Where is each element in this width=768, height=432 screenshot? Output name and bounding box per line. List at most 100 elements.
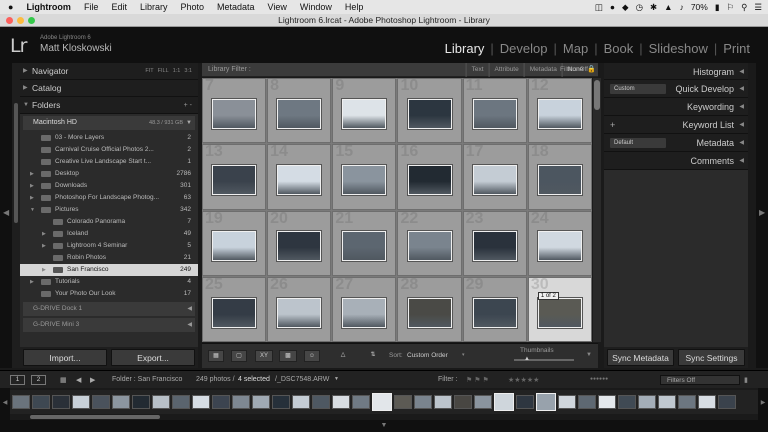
filmstrip-thumbnail[interactable] [232, 395, 250, 409]
photo-thumbnail[interactable] [212, 98, 257, 129]
filmstrip-thumbnail[interactable] [394, 395, 412, 409]
collapse-left-icon[interactable]: ◀ [3, 208, 9, 217]
filmstrip-thumbnail[interactable] [352, 395, 370, 409]
grid-cell[interactable]: 18 [527, 144, 592, 210]
photo-thumbnail[interactable] [342, 297, 387, 328]
module-slideshow[interactable]: Slideshow [645, 41, 712, 56]
filmstrip-thumbnail[interactable] [192, 395, 210, 409]
folder-disclosure-icon[interactable]: ▼ [30, 204, 35, 216]
photo-thumbnail[interactable] [407, 231, 452, 262]
expand-drive-icon[interactable]: ◀ [187, 302, 192, 316]
grid-cell[interactable]: 27 [332, 276, 397, 342]
grid-cell[interactable]: 11 [462, 78, 527, 144]
filmstrip-thumbnail[interactable] [332, 395, 350, 409]
photo-thumbnail[interactable] [407, 297, 452, 328]
filmstrip-thumbnail[interactable] [658, 395, 676, 409]
apple-menu-icon[interactable]: ● [8, 2, 13, 12]
filmstrip-thumbnail[interactable] [52, 395, 70, 409]
grid-scrollbar[interactable] [593, 78, 601, 342]
photo-thumbnail[interactable] [277, 98, 322, 129]
file-dropdown-icon[interactable]: ▼ [334, 376, 339, 382]
app-menu[interactable]: Lightroom [26, 2, 71, 12]
photo-thumbnail[interactable] [342, 165, 387, 196]
left-panel-scroll-thumb[interactable] [14, 103, 18, 223]
module-develop[interactable]: Develop [496, 41, 552, 56]
photo-thumbnail[interactable] [472, 165, 517, 196]
module-print[interactable]: Print [719, 41, 754, 56]
filmstrip-right-arrow-icon[interactable]: ▶ [758, 388, 768, 420]
volume-gdrive-dock[interactable]: G-DRIVE Dock 1 ◀ [23, 302, 195, 316]
filter-text-tab[interactable]: Text [465, 63, 489, 77]
folder-row[interactable]: ▶ Tutorials 4 [20, 276, 198, 288]
lock-icon[interactable]: 🔒 [587, 63, 596, 77]
filmstrip-thumbnail[interactable] [72, 395, 90, 409]
folders-header[interactable]: ▼ Folders + - [20, 97, 198, 114]
battery-percent[interactable]: 70% [691, 2, 708, 12]
filmstrip-thumbnail[interactable] [494, 393, 514, 411]
add-remove-folder-icons[interactable]: + - [184, 97, 192, 114]
filmstrip-thumbnail[interactable] [252, 395, 270, 409]
photo-thumbnail[interactable] [342, 231, 387, 262]
menu-library[interactable]: Library [140, 2, 168, 12]
folder-disclosure-icon[interactable]: ▶ [30, 168, 34, 180]
filmstrip-thumbnail[interactable] [414, 395, 432, 409]
expand-drive-icon[interactable]: ◀ [187, 318, 192, 332]
filmstrip-thumbnail[interactable] [598, 395, 616, 409]
folder-row[interactable]: ▶ Downloads 301 [20, 180, 198, 192]
filmstrip-thumbnail[interactable] [558, 395, 576, 409]
right-panel-edge[interactable]: ▶ [756, 63, 768, 368]
keywording-header[interactable]: Keywording ◀ [604, 98, 748, 116]
zoom-3-1[interactable]: 3:1 [184, 63, 192, 80]
compare-view-icon[interactable]: XY [255, 350, 273, 362]
folder-row[interactable]: Colorado Panorama 7 [20, 216, 198, 228]
folder-disclosure-icon[interactable]: ▶ [30, 192, 34, 204]
filmstrip-thumbnail[interactable] [112, 395, 130, 409]
folder-disclosure-icon[interactable]: ▶ [30, 276, 34, 288]
filmstrip-thumbnail[interactable] [32, 395, 50, 409]
filmstrip-thumbnail[interactable] [454, 395, 472, 409]
quick-develop-preset-dropdown[interactable]: Custom [610, 84, 666, 94]
bluetooth-icon[interactable]: ✱ [650, 2, 657, 13]
collapse-right-icon[interactable]: ▶ [759, 208, 765, 217]
grid-cell[interactable]: 7 [202, 78, 267, 144]
filmstrip-thumbnail[interactable] [718, 395, 736, 409]
star-filter-icons[interactable]: ★★★★★ [508, 376, 539, 384]
folder-disclosure-icon[interactable]: ▶ [30, 180, 34, 192]
source-folder-label[interactable]: Folder : San Francisco [112, 376, 182, 383]
export-button[interactable]: Export... [111, 349, 195, 366]
zoom-fit[interactable]: FIT [145, 63, 153, 80]
sort-direction-icon[interactable]: ⇅ [364, 350, 382, 362]
color-label-filter-icons[interactable]: ●●●●●● [590, 376, 608, 382]
filters-off-dropdown[interactable]: Filters Off [560, 63, 588, 77]
photo-thumbnail[interactable] [472, 98, 517, 129]
volume-icon[interactable]: ♪ [680, 2, 684, 12]
keyword-list-header[interactable]: + Keyword List ◀ [604, 116, 748, 134]
flag-icon[interactable]: ⚐ [727, 2, 735, 13]
grid-cell[interactable]: 17 [462, 144, 527, 210]
grid-cell[interactable]: 15 [332, 144, 397, 210]
filmstrip-scroll-thumb[interactable] [30, 415, 160, 419]
record-icon[interactable]: ● [610, 2, 615, 12]
photo-thumbnail[interactable] [212, 231, 257, 262]
folder-row[interactable]: Carnival Cruise Official Photos 2... 2 [20, 144, 198, 156]
filmstrip-thumbnail[interactable] [536, 393, 556, 411]
grid-scroll-thumb[interactable] [594, 80, 600, 110]
filmstrip-thumbnail[interactable] [212, 395, 230, 409]
filmstrip-thumbnail[interactable] [434, 395, 452, 409]
folder-row[interactable]: ▶ San Francisco 249 [20, 264, 198, 276]
photo-thumbnail[interactable] [537, 297, 582, 328]
grid-cell[interactable]: 20 [267, 210, 332, 276]
collapse-filmstrip-icon[interactable]: ▼ [381, 422, 388, 429]
survey-view-icon[interactable]: ▩ [279, 350, 297, 362]
folder-row[interactable]: ▶ Lightroom 4 Seminar 5 [20, 240, 198, 252]
folder-row[interactable]: ▶ Photoshop For Landscape Photog... 63 [20, 192, 198, 204]
folder-row[interactable]: ▶ Iceland 49 [20, 228, 198, 240]
quick-develop-header[interactable]: Custom Quick Develop ◀ [604, 80, 748, 98]
zoom-fill[interactable]: FILL [158, 63, 169, 80]
folder-row[interactable]: Robin Photos 21 [20, 252, 198, 264]
grid-cell[interactable]: 24 [527, 210, 592, 276]
grid-cell[interactable]: 29 [462, 276, 527, 342]
grid-icon[interactable]: ▦ [60, 376, 67, 384]
filmstrip-thumbnail[interactable] [272, 395, 290, 409]
grid-cell[interactable]: 10 [397, 78, 462, 144]
